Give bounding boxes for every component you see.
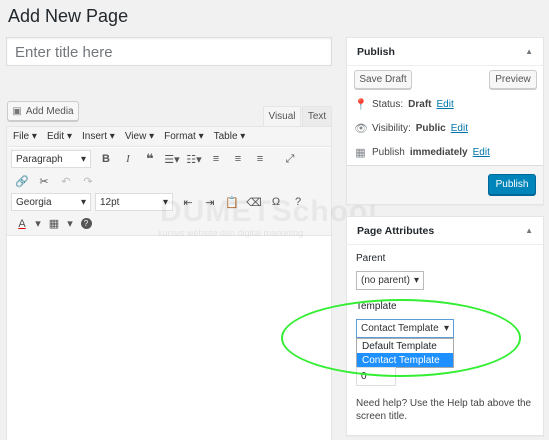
- add-media-label: Add Media: [25, 105, 74, 117]
- collapse-arrow-icon: ▲: [525, 226, 533, 235]
- toolbar-row-1: Paragraph ▾ B I ❝ ☰▾ ☷▾ ≡ ≡ ≡ ⤢: [7, 148, 331, 170]
- align-left-icon[interactable]: ≡: [205, 149, 227, 169]
- fullscreen-icon[interactable]: ⤢: [279, 149, 301, 169]
- format-select[interactable]: Paragraph ▾: [11, 150, 91, 168]
- unlink-icon[interactable]: ✂: [33, 171, 55, 191]
- status-row: 📍 Status: Draft Edit: [354, 99, 454, 111]
- collapse-arrow-icon: ▲: [525, 47, 533, 56]
- menu-insert[interactable]: Insert ▾: [82, 131, 115, 142]
- menu-table[interactable]: Table ▾: [214, 131, 246, 142]
- status-edit-link[interactable]: Edit: [436, 99, 453, 110]
- add-media-button[interactable]: ▣ Add Media: [7, 101, 79, 121]
- bullet-list-icon[interactable]: ☰▾: [161, 149, 183, 169]
- table-icon[interactable]: ▦: [43, 214, 65, 234]
- menu-edit[interactable]: Edit ▾: [47, 131, 72, 142]
- link-icon[interactable]: 🔗: [11, 171, 33, 191]
- visibility-edit-link[interactable]: Edit: [451, 123, 468, 134]
- highlight-ellipse: [281, 299, 521, 377]
- chevron-down-icon[interactable]: ▾: [33, 214, 43, 234]
- chevron-down-icon: ▾: [80, 196, 86, 208]
- text-color-button[interactable]: A: [11, 214, 33, 234]
- menu-format[interactable]: Format ▾: [164, 131, 203, 142]
- help-circle-icon[interactable]: ?: [75, 214, 97, 234]
- visibility-row: 👁 Visibility: Public Edit: [354, 123, 468, 135]
- editor-menubar: File ▾ Edit ▾ Insert ▾ View ▾ Format ▾ T…: [7, 127, 331, 147]
- align-center-icon[interactable]: ≡: [227, 149, 249, 169]
- font-family-select[interactable]: Georgia ▾: [11, 193, 91, 211]
- preview-button[interactable]: Preview: [489, 70, 537, 89]
- tab-text[interactable]: Text: [302, 106, 332, 126]
- redo-icon[interactable]: ↷: [77, 171, 99, 191]
- schedule-edit-link[interactable]: Edit: [473, 147, 490, 158]
- publish-box-header[interactable]: Publish ▲: [347, 38, 543, 66]
- chevron-down-icon: ▾: [80, 153, 86, 165]
- menu-view[interactable]: View ▾: [125, 131, 154, 142]
- tab-visual[interactable]: Visual: [263, 106, 301, 126]
- eye-icon: 👁: [354, 123, 368, 135]
- save-draft-button[interactable]: Save Draft: [354, 70, 412, 89]
- watermark-subtitle: kursus website dan digital marketing: [158, 228, 304, 238]
- bold-button[interactable]: B: [95, 149, 117, 169]
- calendar-icon: ▦: [355, 147, 366, 159]
- toolbar-row-2: 🔗 ✂ ↶ ↷: [7, 170, 331, 192]
- undo-icon[interactable]: ↶: [55, 171, 77, 191]
- align-right-icon[interactable]: ≡: [249, 149, 271, 169]
- publish-button[interactable]: Publish: [488, 174, 536, 195]
- pin-icon: 📍: [354, 99, 368, 111]
- schedule-row: ▦ Publish immediately Edit: [355, 147, 490, 159]
- numbered-list-icon[interactable]: ☷▾: [183, 149, 205, 169]
- chevron-down-icon[interactable]: ▾: [65, 214, 75, 234]
- title-input[interactable]: Enter title here: [6, 37, 332, 66]
- page-attributes-header[interactable]: Page Attributes ▲: [347, 217, 543, 245]
- italic-button[interactable]: I: [117, 149, 139, 169]
- media-icon: ▣: [12, 105, 22, 117]
- menu-file[interactable]: File ▾: [13, 131, 37, 142]
- parent-select[interactable]: (no parent) ▾: [356, 271, 424, 290]
- chevron-down-icon: ▾: [413, 275, 419, 286]
- parent-label: Parent: [356, 253, 386, 264]
- blockquote-icon[interactable]: ❝: [139, 149, 161, 169]
- page-title: Add New Page: [8, 6, 129, 26]
- help-text: Need help? Use the Help tab above the sc…: [356, 398, 532, 422]
